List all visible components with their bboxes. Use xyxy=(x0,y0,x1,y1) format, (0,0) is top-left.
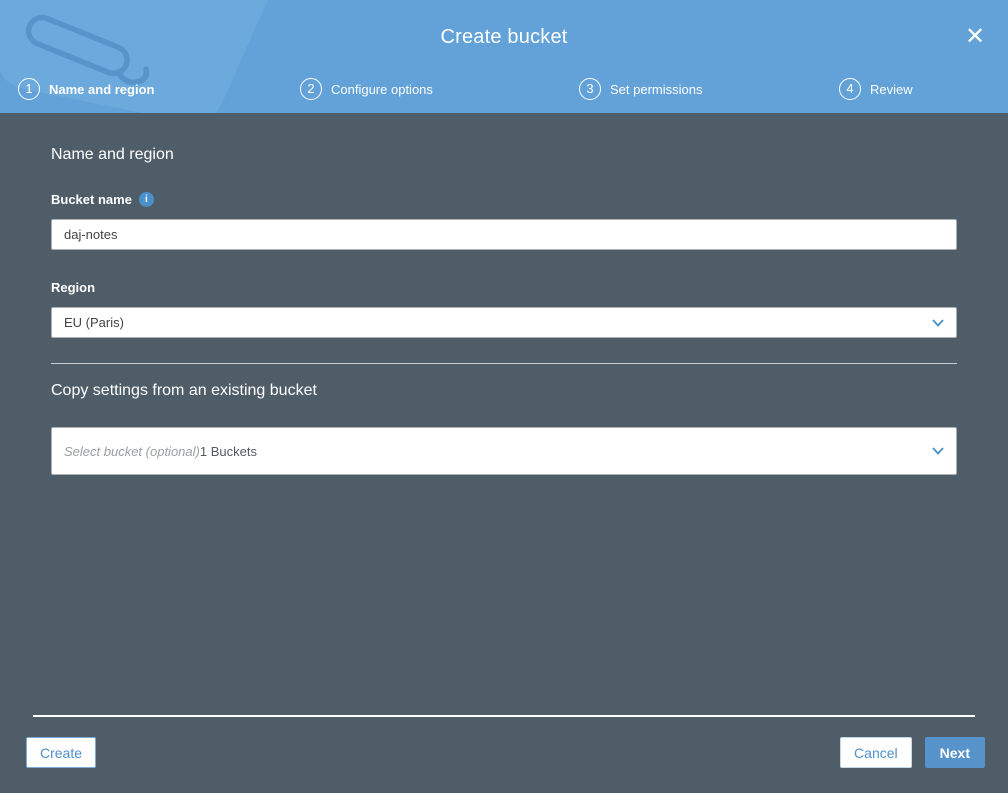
dialog-title: Create bucket xyxy=(440,26,568,48)
create-bucket-dialog: Create bucket ✕ 1 Name and region 2 Conf… xyxy=(0,0,1008,793)
footer-divider xyxy=(33,715,975,717)
bucket-select[interactable]: Select bucket (optional) 1 Buckets xyxy=(51,427,957,475)
bucket-name-input[interactable] xyxy=(51,219,957,250)
copy-settings-heading: Copy settings from an existing bucket xyxy=(51,382,317,399)
step-set-permissions[interactable]: 3 Set permissions xyxy=(579,78,702,100)
region-select-value: EU (Paris) xyxy=(64,315,124,330)
step-3-label: Set permissions xyxy=(610,81,703,97)
bucket-name-label-row: Bucket name i xyxy=(51,192,957,207)
chevron-down-icon xyxy=(932,447,944,455)
chevron-down-icon xyxy=(932,318,944,327)
step-1-label: Name and region xyxy=(49,81,155,97)
bucket-select-placeholder: Select bucket (optional) xyxy=(64,443,200,459)
cancel-button[interactable]: Cancel xyxy=(840,737,912,768)
step-name-and-region[interactable]: 1 Name and region xyxy=(18,78,154,100)
dialog-header: Create bucket ✕ 1 Name and region 2 Conf… xyxy=(0,0,1008,113)
step-review[interactable]: 4 Review xyxy=(839,78,913,100)
dialog-footer: Create Cancel Next xyxy=(0,715,1008,793)
section-divider xyxy=(51,363,957,364)
region-label: Region xyxy=(51,280,96,295)
step-2-label: Configure options xyxy=(331,81,433,97)
region-select[interactable]: EU (Paris) xyxy=(51,307,957,338)
form-content: Name and region Bucket name i Region EU … xyxy=(51,113,957,475)
footer-button-group: Cancel Next xyxy=(840,737,985,768)
step-configure-options[interactable]: 2 Configure options xyxy=(300,78,433,100)
step-2-circle: 2 xyxy=(300,78,322,100)
close-icon[interactable]: ✕ xyxy=(960,22,990,52)
next-button[interactable]: Next xyxy=(924,737,985,768)
step-4-label: Review xyxy=(870,81,913,97)
bucket-select-count: 1 Buckets xyxy=(199,443,257,459)
wizard-steps: 1 Name and region 2 Configure options 3 … xyxy=(0,78,1008,102)
step-1-circle: 1 xyxy=(18,78,40,100)
section-heading-name-and-region: Name and region xyxy=(51,146,174,163)
bucket-name-label: Bucket name xyxy=(51,192,132,207)
step-3-circle: 3 xyxy=(579,78,601,100)
step-4-circle: 4 xyxy=(839,78,861,100)
info-icon[interactable]: i xyxy=(138,192,154,207)
create-button[interactable]: Create xyxy=(26,737,97,768)
